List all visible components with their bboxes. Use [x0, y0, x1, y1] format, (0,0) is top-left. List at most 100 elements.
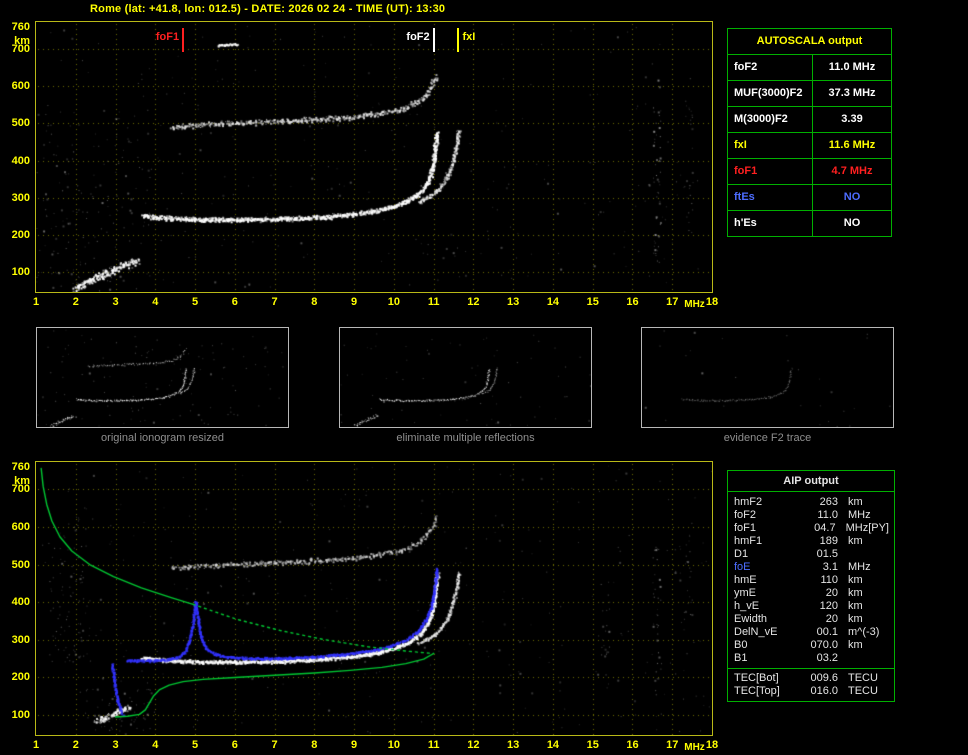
x-tick-7: 7 — [271, 739, 278, 751]
x-axis-unit-mhz: MHz — [684, 299, 705, 310]
aip-param-unit: m^(-3) — [848, 626, 880, 638]
aip-row-ewidth: Ewidth 20 km — [728, 613, 894, 626]
aip-param-value: 3.1 — [822, 561, 838, 573]
y-axis-unit-km: km — [14, 34, 30, 47]
autoscala-row-fxi: fxI 11.6 MHz — [728, 133, 891, 159]
y-tick-300: 300 — [11, 191, 30, 204]
aip-row-hme: hmE 110 km — [728, 574, 894, 587]
autoscala-param-label: fxI — [728, 133, 813, 158]
y-tick-400: 400 — [11, 596, 30, 609]
aip-param-unit — [838, 652, 894, 665]
aip-param-name: hmE — [734, 574, 757, 586]
aip-param-value: 016.0 — [810, 685, 838, 697]
x-tick-5: 5 — [191, 739, 199, 751]
aip-row-foe: foE 3.1 MHz — [728, 561, 894, 574]
x-tick-16: 16 — [626, 296, 639, 308]
thumbnail-canvas-original — [37, 328, 288, 427]
autoscala-row-m-3000-f2: M(3000)F2 3.39 — [728, 107, 891, 133]
aip-param-name: Ewidth — [734, 613, 768, 625]
autoscala-row-muf-3000-f2: MUF(3000)F2 37.3 MHz — [728, 81, 891, 107]
autoscala-table-title: AUTOSCALA output — [728, 29, 891, 55]
thumbnail-caption-original: original ionogram resized — [101, 432, 224, 444]
aip-param-name: DelN_vE — [734, 626, 778, 638]
x-tick-12: 12 — [467, 296, 480, 308]
x-tick-13: 13 — [507, 739, 520, 751]
autoscala-param-value: 3.39 — [841, 113, 863, 125]
autoscala-row-h-es: h'Es NO — [728, 211, 891, 236]
y-tick-300: 300 — [11, 633, 30, 646]
profile-plot-bottom — [35, 461, 713, 736]
autoscala-output-table: AUTOSCALA output foF2 11.0 MHz MUF(3000)F2… — [727, 28, 892, 237]
aip-param-unit: km — [848, 496, 863, 508]
x-tick-14: 14 — [546, 739, 560, 751]
autoscala-param-value: 11.0 MHz — [828, 61, 876, 73]
y-tick-200: 200 — [11, 228, 30, 241]
x-tick-6: 6 — [231, 296, 238, 308]
aip-param-name: B0 — [734, 639, 748, 651]
aip-param-value: 11.0 — [817, 509, 838, 521]
x-tick-15: 15 — [586, 296, 599, 308]
aip-row-tec-bot: TEC[Bot] 009.6 TECU — [728, 672, 894, 685]
autoscala-param-value: 4.7 MHz — [831, 165, 873, 177]
thumbnail-canvas-evidence — [642, 328, 893, 427]
autoscala-param-value: 37.3 MHz — [828, 87, 876, 99]
station-title: Rome (lat: +41.8, lon: 012.5) - DATE: 20… — [90, 3, 446, 15]
aip-row-deln-ve: DelN_vE 00.1 m^(-3) — [728, 626, 894, 639]
aip-param-value: 009.6 — [810, 672, 838, 684]
aip-param-name: foE — [734, 561, 751, 573]
autoscala-row-fof1: foF1 4.7 MHz — [728, 159, 891, 185]
y-tick-700: 700 — [11, 43, 30, 56]
autoscala-param-label: ftEs — [728, 185, 813, 210]
aip-param-name: foF1 — [734, 522, 757, 534]
aip-row-fof2: foF2 11.0 MHz — [728, 509, 894, 522]
aip-param-name: D1 — [734, 548, 749, 560]
aip-row-b0: B0 070.0 km — [728, 639, 894, 652]
aip-param-value: 03.2 — [816, 652, 838, 664]
aip-param-value: 263 — [819, 496, 838, 508]
autoscala-param-label: foF1 — [728, 159, 813, 184]
aip-row-yme: ymE 20 km — [728, 587, 894, 600]
x-tick-8: 8 — [311, 296, 318, 308]
aip-param-unit: km — [848, 600, 863, 612]
autoscala-param-label: foF2 — [728, 55, 813, 80]
y-tick-200: 200 — [11, 671, 30, 684]
aip-table-title: AIP output — [728, 471, 894, 492]
thumbnail-original-ionogram — [36, 327, 289, 428]
x-tick-1: 1 — [32, 296, 40, 308]
aip-param-value: 20 — [825, 587, 838, 599]
aip-row-hmf1: hmF1 189 km — [728, 535, 894, 548]
aip-param-name: B1 — [734, 652, 748, 664]
aip-row-fof1: foF1 04.7 MHz [PY] — [728, 522, 894, 535]
thumbnail-caption-eliminate: eliminate multiple reflections — [396, 432, 535, 444]
aip-param-name: h_vE — [734, 600, 760, 612]
y-tick-600: 600 — [11, 520, 30, 533]
y-tick-400: 400 — [11, 154, 30, 167]
y-tick-700: 700 — [11, 483, 30, 496]
thumbnail-eliminate-reflections — [339, 327, 592, 428]
aip-row-hmf2: hmF2 263 km — [728, 496, 894, 509]
x-tick-2: 2 — [72, 296, 79, 308]
aip-param-flag: [PY] — [868, 522, 889, 534]
aip-tec-rows: TEC[Bot] 009.6 TECU TEC[Top] 016.0 TECU — [728, 668, 894, 701]
autoscala-param-value: 11.6 MHz — [828, 139, 876, 151]
autoscala-param-value: NO — [843, 191, 861, 203]
aip-param-unit: MHz — [848, 509, 871, 521]
aip-param-unit: km — [848, 639, 863, 651]
autoscala-param-value: NO — [843, 217, 861, 229]
aip-param-value: 189 — [819, 535, 838, 547]
autoscala-table-rows: foF2 11.0 MHz MUF(3000)F2 37.3 MHz M(3000)F2… — [728, 55, 891, 236]
y-tick-760: 760 — [11, 20, 30, 33]
aip-row-tec-top: TEC[Top] 016.0 TECU — [728, 685, 894, 698]
aip-param-unit: km — [848, 574, 863, 586]
aip-param-value: 110 — [820, 574, 838, 586]
x-tick-16: 16 — [626, 739, 639, 751]
autoscala-screen: Rome (lat: +41.8, lon: 012.5) - DATE: 20… — [0, 0, 968, 755]
x-tick-18: 18 — [705, 739, 719, 751]
aip-param-unit: km — [848, 587, 863, 599]
autoscala-row-fof2: foF2 11.0 MHz — [728, 55, 891, 81]
aip-param-name: foF2 — [734, 509, 757, 521]
aip-param-name: hmF1 — [734, 535, 763, 547]
x-tick-4: 4 — [152, 296, 159, 308]
aip-param-unit: km — [848, 535, 863, 547]
y-tick-600: 600 — [11, 80, 30, 93]
